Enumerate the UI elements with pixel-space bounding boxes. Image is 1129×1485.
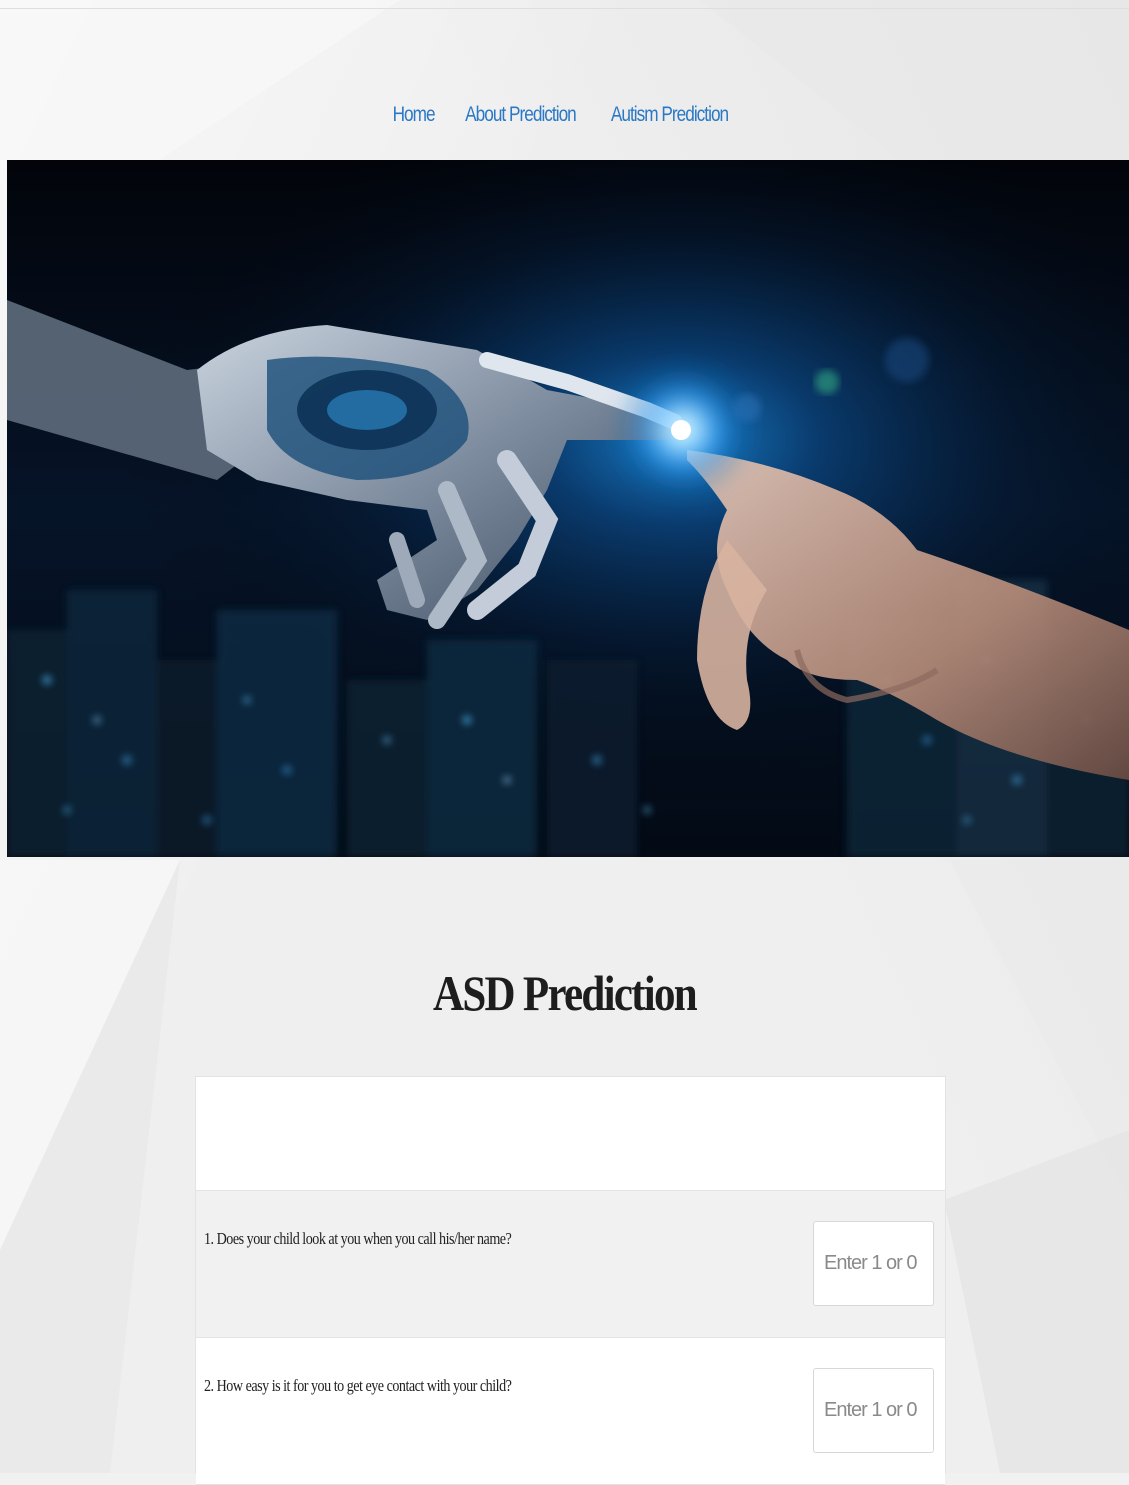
hero-image (7, 160, 1129, 857)
nav-link-home[interactable]: Home (393, 103, 436, 127)
page-title: ASD Prediction (433, 964, 698, 1021)
question-1-input[interactable] (813, 1221, 934, 1306)
asd-prediction-form: 1. Does your child look at you when you … (195, 1076, 946, 1485)
question-2-input[interactable] (813, 1368, 934, 1453)
main-navigation: Home About Prediction Autism Prediction (0, 95, 1129, 135)
top-border (0, 8, 1129, 9)
question-row-1: 1. Does your child look at you when you … (196, 1191, 945, 1338)
question-1-label: 1. Does your child look at you when you … (204, 1229, 512, 1248)
question-row-2: 2. How easy is it for you to get eye con… (196, 1338, 945, 1485)
question-2-label: 2. How easy is it for you to get eye con… (204, 1376, 512, 1395)
form-header (196, 1077, 945, 1191)
nav-link-autism-prediction[interactable]: Autism Prediction (611, 103, 729, 127)
nav-link-about-prediction[interactable]: About Prediction (465, 103, 577, 127)
